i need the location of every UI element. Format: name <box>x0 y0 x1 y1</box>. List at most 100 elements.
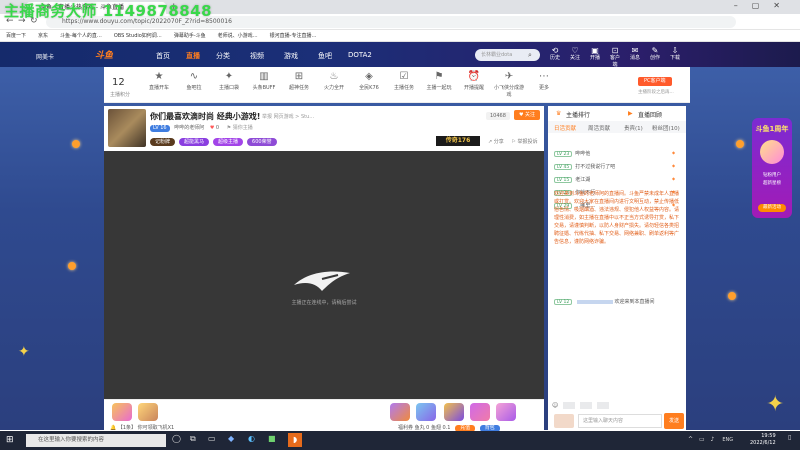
chat-reply-icon[interactable]: ◆ <box>672 163 675 168</box>
room-tags: 记粉牌 超能黑马 超级主播 600荣誉 <box>150 137 281 146</box>
site-logo[interactable]: 斗鱼 <box>95 48 113 61</box>
game-banner[interactable]: 传奇176 <box>436 136 480 146</box>
bookmark-item[interactable]: 弹幕助手-斗鱼 <box>174 33 206 39</box>
nav-item[interactable]: 游戏 <box>284 51 298 61</box>
live-replay-link[interactable]: 直播回顾 <box>638 110 662 119</box>
bookmark-item[interactable]: 老师说、小游戏… <box>218 33 258 39</box>
chat-reply-icon[interactable]: ◆ <box>672 150 675 155</box>
bookmark-item[interactable]: 斗鱼-每个人的直… <box>60 33 102 39</box>
toolbar-item[interactable]: ⏰ 开播提醒 <box>459 71 489 91</box>
report-button[interactable]: 举报投诉 <box>517 139 537 145</box>
search-icon[interactable]: ⌕ <box>528 51 532 60</box>
rank-title[interactable]: 主播排行 <box>566 110 590 119</box>
gift-icon[interactable] <box>112 403 132 421</box>
room-tag[interactable]: 超级主播 <box>213 138 244 146</box>
room-tag[interactable]: 超能黑马 <box>179 138 210 146</box>
toolbar-item[interactable]: ✈ 小飞侠分成游戏 <box>494 71 524 98</box>
anchor-level-badge: LV 16 <box>150 125 170 132</box>
rank-tab[interactable]: 日活贡献 <box>554 124 576 132</box>
task-switch-icon[interactable]: ⧉ <box>190 434 196 444</box>
chat-user-name[interactable]: 老江湖 <box>575 177 590 183</box>
emoji-icon[interactable]: ☺ <box>552 402 558 409</box>
fan-badge-button[interactable] <box>554 414 574 428</box>
chat-tool-button[interactable] <box>563 402 576 409</box>
clock[interactable]: 19:59 2022/6/12 <box>750 433 776 447</box>
file-explorer-icon[interactable]: ▭ <box>208 434 216 443</box>
header-icon-item[interactable]: ▣ 开播 <box>588 47 602 62</box>
app-icon[interactable]: ■ <box>268 434 276 443</box>
nav-item[interactable]: 分类 <box>216 51 230 61</box>
room-tag[interactable]: 记粉牌 <box>150 138 176 146</box>
toolbar-item[interactable]: ∿ 鱼吧拉 <box>179 71 209 91</box>
share-icon[interactable]: ↗ <box>488 139 492 145</box>
gift-icon[interactable] <box>416 403 436 421</box>
douyu-app-icon[interactable]: ◗ <box>288 433 302 447</box>
header-icon-item[interactable]: ⟲ 历史 <box>548 47 562 62</box>
anchor-name[interactable]: 哔哔的老师阿 <box>174 125 204 131</box>
activity-button[interactable]: 最新活动 <box>758 204 786 212</box>
bookmark-item[interactable]: 京东 <box>38 33 48 39</box>
task-view-icon[interactable]: ◯ <box>172 434 181 443</box>
header-icon-item[interactable]: ✉ 消息 <box>628 47 642 62</box>
bookmark-item[interactable]: 百度一下 <box>6 33 26 39</box>
room-tag[interactable]: 600荣誉 <box>247 138 277 146</box>
taskbar-search-input[interactable]: 在这里输入你要搜索的内容 <box>26 434 166 447</box>
toolbar-item[interactable]: ☑ 主播任务 <box>389 71 419 91</box>
toolbar-item[interactable]: ⚑ 主播一起玩 <box>424 71 454 91</box>
gift-icon[interactable] <box>496 403 516 421</box>
user-icon: ✎ <box>651 46 659 55</box>
rank-tab[interactable]: 周活贡献 <box>588 124 610 132</box>
chat-user-name[interactable]: 打不过我说行了吧 <box>575 164 615 170</box>
chat-tool-button[interactable] <box>580 402 593 409</box>
rank-tab[interactable]: 贵宾(1) <box>624 124 643 132</box>
chat-tool-button[interactable] <box>597 402 610 409</box>
toolbar-item[interactable]: ◈ 全民K76 <box>354 71 384 91</box>
gift-icon[interactable] <box>470 403 490 421</box>
bookmark-item[interactable]: OBS Studio如何调… <box>114 33 162 39</box>
language-indicator[interactable]: ENG <box>722 437 733 443</box>
windows-start-icon[interactable]: ⊞ <box>6 435 14 445</box>
chat-input[interactable]: 这里输入聊天内容 <box>578 414 662 428</box>
header-icon-label: 历史 <box>549 55 560 61</box>
share-button[interactable]: 分享 <box>494 139 504 145</box>
welcome-text: 欢迎来到本直播间 <box>614 299 655 305</box>
video-player[interactable]: 主播正在连线中，请稍后尝试 <box>104 151 544 399</box>
rank-tab[interactable]: 粉丝团(10) <box>652 124 680 132</box>
edge-icon[interactable]: ◐ <box>248 434 255 443</box>
toolbar-item[interactable]: ▥ 头条BUFF <box>249 71 279 91</box>
toolbar-item[interactable]: ⋯ 更多 <box>529 71 559 91</box>
anchor-avatar[interactable] <box>108 109 146 147</box>
send-button[interactable]: 发送 <box>664 413 684 429</box>
steam-icon[interactable]: ◆ <box>228 434 234 443</box>
nav-item[interactable]: 直播 <box>186 51 200 61</box>
header-icon-item[interactable]: ⇩ 下载 <box>668 47 682 62</box>
room-meta[interactable]: 举报 网页游戏 > Stu… <box>262 113 314 120</box>
toolbar-item[interactable]: ♨ 火力全开 <box>319 71 349 91</box>
pc-client-badge[interactable]: PC客户端 <box>638 77 672 86</box>
nav-item[interactable]: 视频 <box>250 51 264 61</box>
nav-item[interactable]: 首页 <box>156 51 170 61</box>
report-icon[interactable]: ⚐ <box>511 139 515 145</box>
toolbar-item[interactable]: ✦ 主播口袋 <box>214 71 244 91</box>
gift-icon[interactable] <box>444 403 464 421</box>
header-icon-item[interactable]: ♡ 关注 <box>568 47 582 62</box>
nav-item[interactable]: 鱼吧 <box>318 51 332 61</box>
network-icon[interactable]: ▭ <box>699 436 705 443</box>
tray-arrow-icon[interactable]: ^ <box>688 436 693 443</box>
chat-reply-icon[interactable]: ◆ <box>672 176 675 181</box>
activity-card[interactable]: 斗鱼1周年 钻粉用户 超新星榜 最新活动 <box>752 118 792 218</box>
window-controls[interactable]: –▢✕ <box>734 1 794 10</box>
chat-user-name[interactable]: 哔哔他 <box>575 151 590 157</box>
nav-item[interactable]: DOTA2 <box>348 51 372 59</box>
header-icon-item[interactable]: ✎ 创作 <box>648 47 662 62</box>
gift-icon[interactable] <box>390 403 410 421</box>
header-icon-item[interactable]: ⊡ 客户端 <box>608 47 622 69</box>
volume-icon[interactable]: ♪ <box>711 436 715 443</box>
bookmark-item[interactable]: 银河直播-专注直播… <box>270 33 317 39</box>
gift-icon[interactable] <box>138 403 158 421</box>
notification-icon[interactable]: ▯ <box>788 434 791 441</box>
follow-button[interactable]: ♥ 关注 <box>514 110 540 120</box>
report-anchor-link[interactable]: 猜你主播 <box>233 125 253 131</box>
toolbar-item[interactable]: ⊞ 超神任务 <box>284 71 314 91</box>
toolbar-item[interactable]: ★ 直播开车 <box>144 71 174 91</box>
